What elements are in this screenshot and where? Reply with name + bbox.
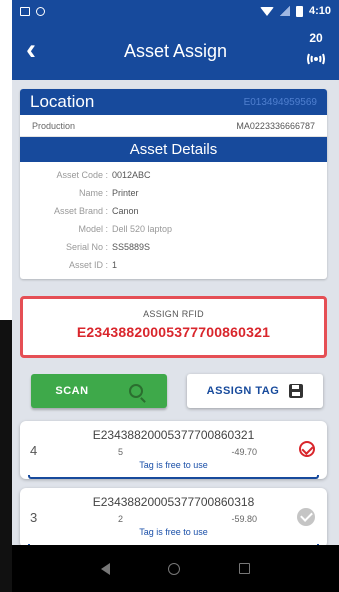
assign-tag-button-label: ASSIGN TAG: [206, 385, 280, 397]
detail-row-asset-id: Asset ID : 1: [20, 256, 327, 274]
tag-list-item[interactable]: 4 E234388200053777008603​21 5 -49.70 Tag…: [20, 421, 327, 479]
detail-row-name: Name : Printer: [20, 184, 327, 202]
detail-value: 1: [112, 260, 118, 270]
tag-bottom-bar: [28, 475, 319, 479]
location-header: Location E013494959569: [20, 89, 327, 115]
detail-key: Asset ID :: [68, 260, 108, 270]
sync-notification-icon: [36, 6, 45, 16]
save-icon: [289, 384, 304, 398]
app-bar: ‹ Asset Assign 20: [12, 22, 339, 80]
scan-button-label: SCAN: [55, 385, 89, 397]
tag-list-item[interactable]: 3 E234388200053777008603​18 2 -59.80 Tag…: [20, 488, 327, 548]
tag-status: Tag is free to use: [139, 527, 208, 537]
detail-value: 0012ABC: [112, 170, 151, 180]
location-name: Production: [32, 120, 76, 131]
battery-icon: [295, 5, 303, 17]
detail-value: Canon: [112, 206, 139, 216]
detail-value: SS5889S: [112, 242, 151, 252]
assign-rfid-value: E2343882000537770086032​1: [76, 324, 271, 340]
asset-details-list: Asset Code : 0012ABC Name : Printer Asse…: [20, 162, 327, 274]
location-row[interactable]: Production MA0223336666787: [20, 115, 327, 137]
detail-key: Asset Brand :: [53, 206, 108, 216]
detail-value: Dell 520 laptop: [112, 224, 173, 234]
asset-details-header: Asset Details: [20, 137, 327, 162]
detail-row-brand: Asset Brand : Canon: [20, 202, 327, 220]
tag-read-count: 2: [118, 514, 124, 524]
detail-key: Serial No :: [65, 242, 108, 252]
back-button[interactable]: ‹: [26, 35, 36, 65]
gallery-notification-icon: [20, 6, 30, 16]
tag-count-badge: 20: [309, 31, 323, 45]
assign-rfid-box: ASSIGN RFID E2343882000537770086032​1: [20, 296, 327, 358]
nav-home-icon[interactable]: [168, 562, 181, 575]
phone-screen: 4:10 ‹ Asset Assign 20 Location E0134949…: [12, 0, 339, 592]
status-bar: 4:10: [12, 0, 339, 22]
tag-index: 4: [30, 443, 38, 458]
signal-icon: [279, 6, 290, 16]
status-right: 4:10: [259, 5, 331, 17]
tag-epc: E234388200053777008603​21: [92, 428, 255, 442]
location-code: MA0223336666787: [236, 120, 315, 131]
wifi-icon: [259, 6, 274, 16]
assign-tag-button[interactable]: ASSIGN TAG: [187, 374, 323, 408]
nav-back-icon[interactable]: [101, 562, 111, 575]
location-label: Location: [30, 92, 95, 111]
left-edge-strip: [0, 320, 12, 592]
search-refresh-icon: [128, 384, 143, 398]
detail-row-asset-code: Asset Code : 0012ABC: [20, 166, 327, 184]
location-card: Location E013494959569 Production MA0223…: [20, 89, 327, 279]
detail-key: Asset Code :: [56, 170, 108, 180]
tag-epc: E234388200053777008603​18: [92, 495, 255, 509]
nav-recents-icon[interactable]: [238, 563, 250, 574]
assign-rfid-label: ASSIGN RFID: [143, 309, 204, 319]
tag-index: 3: [30, 510, 38, 525]
detail-row-serial: Serial No : SS5889S: [20, 238, 327, 256]
scan-button[interactable]: SCAN: [31, 374, 167, 408]
tag-rssi: -59.80: [231, 514, 257, 524]
detail-value: Printer: [112, 188, 139, 198]
tag-status: Tag is free to use: [139, 460, 208, 470]
status-time: 4:10: [308, 5, 331, 17]
location-epc: E013494959569: [243, 96, 317, 108]
tag-rssi: -49.70: [231, 447, 257, 457]
rfid-antenna-icon[interactable]: [307, 52, 325, 66]
unselected-check-icon[interactable]: [297, 508, 315, 526]
tag-read-count: 5: [118, 447, 124, 457]
detail-key: Model :: [78, 224, 108, 234]
detail-row-model: Model : Dell 520 laptop: [20, 220, 327, 238]
detail-key: Name :: [78, 188, 108, 198]
android-nav-bar: [12, 545, 339, 592]
page-title: Asset Assign: [123, 40, 228, 61]
selected-check-icon[interactable]: [299, 441, 315, 457]
